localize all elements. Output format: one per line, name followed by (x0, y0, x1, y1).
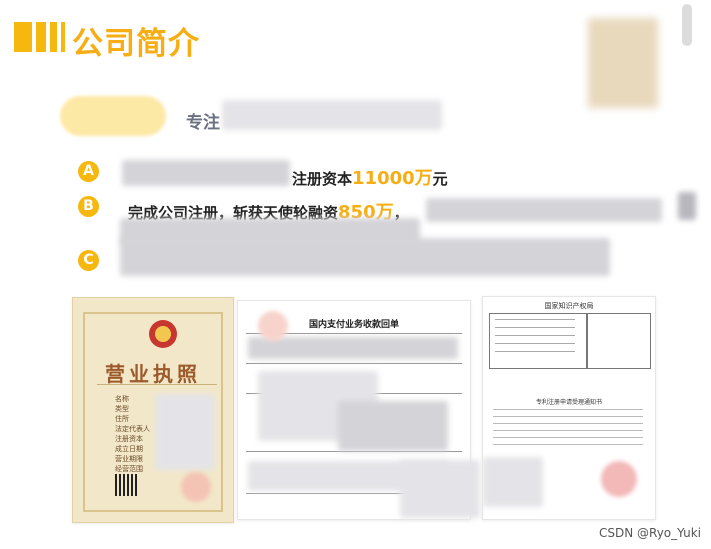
intro-pill-badge (60, 96, 166, 136)
national-emblem-icon (149, 320, 177, 348)
csdn-watermark: CSDN @Ryo_Yuki (599, 526, 701, 540)
redacted-text-a (122, 160, 290, 186)
patent-notice-subtitle: 专利注册申请受理通知书 (535, 399, 602, 406)
license-label-name: 名称 (115, 395, 129, 403)
redacted-license-values (155, 394, 215, 470)
license-label-capital: 注册资本 (115, 435, 143, 443)
redacted-receipt-top (248, 337, 458, 359)
receipt-rule-4 (246, 451, 462, 452)
license-divider (97, 384, 217, 385)
intro-tagline: 专注 (186, 113, 220, 133)
patent-seal-icon (601, 461, 637, 497)
bullet-a-after: 元 (432, 170, 448, 188)
business-license-image: 营业执照 名称 类型 住所 法定代表人 注册资本 成立日期 营业期限 经营范围 (72, 297, 234, 523)
redacted-tagline (222, 100, 442, 130)
scrollbar-track[interactable] (682, 4, 692, 46)
redacted-text-b (426, 198, 662, 222)
license-label-legal-rep: 法定代表人 (115, 425, 150, 433)
license-label-founded: 成立日期 (115, 445, 143, 453)
redacted-text-c (120, 238, 610, 276)
bullet-marker-a: A (78, 161, 99, 182)
patent-notice-image: 国家知识产权局 专利注册申请受理通知书 (482, 296, 656, 520)
license-label-address: 住所 (115, 415, 129, 423)
license-border: 营业执照 名称 类型 住所 法定代表人 注册资本 成立日期 营业期限 经营范围 (83, 312, 223, 512)
license-label-term: 营业期限 (115, 455, 143, 463)
page-title: 公司简介 (72, 26, 200, 62)
header-accent-bar-1 (14, 22, 32, 52)
bullet-marker-c: C (78, 250, 99, 271)
patent-info-text (495, 319, 575, 359)
bullet-marker-b: B (78, 196, 99, 217)
bullet-a-before: 注册资本 (292, 170, 353, 188)
redacted-overlap-1 (400, 460, 480, 518)
qr-code-icon (115, 474, 137, 496)
header-accent-bar-4 (61, 22, 65, 52)
redacted-text-b-end (678, 192, 696, 220)
patent-office-title: 国家知识产权局 (544, 302, 594, 310)
redacted-patent-bottom (483, 457, 543, 507)
receipt-rule-2 (246, 363, 462, 364)
patent-body-text (493, 409, 643, 449)
header-accent-bar-3 (50, 22, 57, 52)
redacted-corner-image (588, 18, 658, 108)
bullet-a-highlight: 11000万 (352, 168, 433, 189)
redacted-receipt-amount (338, 401, 448, 451)
patent-number-box (587, 313, 651, 369)
receipt-seal-icon (258, 311, 288, 341)
bullet-a-text: 注册资本11000万元 (292, 164, 448, 190)
license-title: 营业执照 (105, 362, 201, 386)
license-label-scope: 经营范围 (115, 465, 143, 473)
header-accent-bar-2 (36, 22, 46, 52)
license-label-type: 类型 (115, 405, 129, 413)
official-seal-icon (181, 472, 211, 502)
